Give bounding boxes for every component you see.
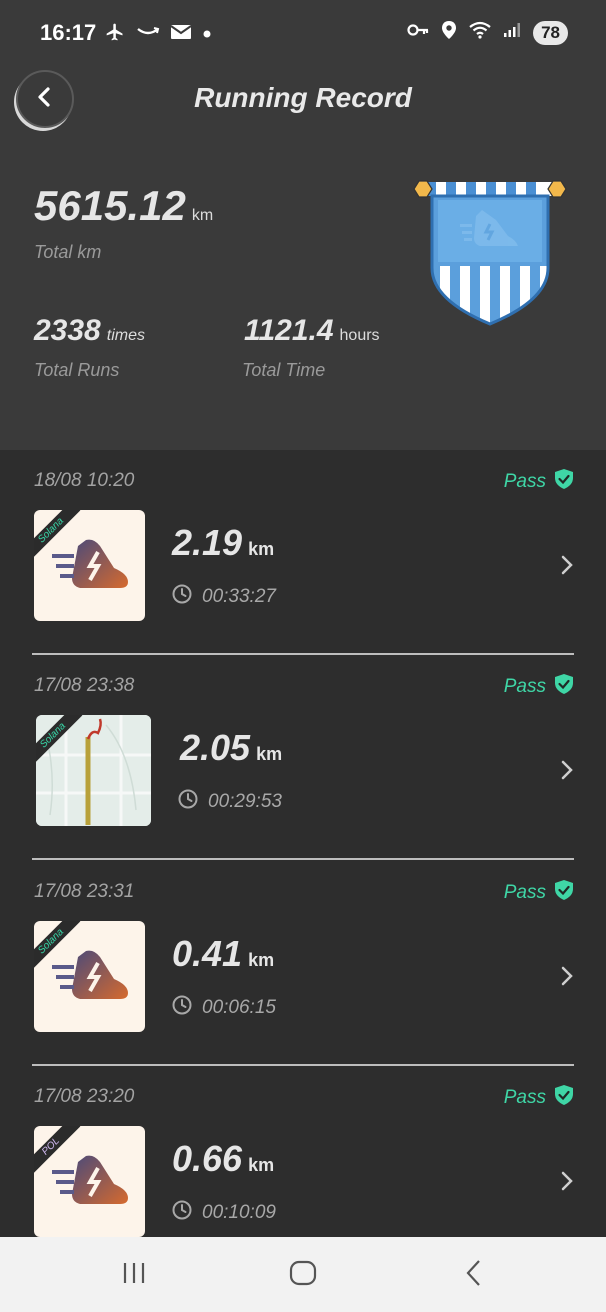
pass-status: Pass xyxy=(504,879,574,907)
gmail-icon xyxy=(170,24,192,45)
record-date: 17/08 23:31 xyxy=(34,881,135,902)
record-duration: 00:29:53 xyxy=(178,789,282,815)
chevron-right-icon[interactable] xyxy=(560,1170,574,1197)
total-runs-label: Total Runs xyxy=(34,360,120,380)
distance-unit: km xyxy=(248,1155,275,1175)
chevron-right-icon[interactable] xyxy=(560,965,574,992)
back-arrow-icon xyxy=(466,1260,480,1286)
home-icon xyxy=(289,1260,317,1286)
wifi-icon xyxy=(469,21,491,44)
status-time: 16:17 xyxy=(40,20,97,45)
record-item[interactable]: 17/08 23:31 Pass Solana 0.41 km 00:06:15 xyxy=(0,861,606,1066)
system-navigation-bar xyxy=(0,1237,606,1312)
clock-icon xyxy=(172,584,192,610)
system-back-button[interactable] xyxy=(462,1257,486,1294)
pass-label: Pass xyxy=(503,676,546,697)
shield-check-icon xyxy=(554,468,574,496)
distance-value: 0.66 xyxy=(172,1138,243,1179)
status-left-icons xyxy=(104,22,212,47)
record-item[interactable]: 17/08 23:38 Pass Solana 2.05 km 00:29:53 xyxy=(0,655,606,860)
total-km-value: 5615.12 km xyxy=(34,182,213,230)
record-thumbnail: POL xyxy=(34,1126,145,1237)
key-icon xyxy=(407,23,429,42)
record-summary-header: Running Record 5615.12 km Total km 2338 ti… xyxy=(0,64,606,450)
record-distance: 0.41 km xyxy=(172,933,274,975)
duration-value: 00:33:27 xyxy=(202,586,276,607)
signal-icon xyxy=(503,22,521,43)
shield-check-icon xyxy=(554,879,574,907)
home-button[interactable] xyxy=(288,1257,318,1294)
record-date: 17/08 23:38 xyxy=(34,675,135,696)
total-runs-unit: times xyxy=(106,327,145,344)
pass-status: Pass xyxy=(504,673,574,701)
duration-value: 00:29:53 xyxy=(208,791,282,812)
record-thumbnail: Solana xyxy=(34,510,145,621)
pass-label: Pass xyxy=(503,1087,546,1108)
location-icon xyxy=(441,20,457,45)
total-runs-number: 2338 xyxy=(34,314,101,347)
total-runs-value: 2338 times xyxy=(34,314,145,348)
status-bar: 16:17 78 xyxy=(0,0,606,64)
total-km-unit: km xyxy=(191,207,214,224)
distance-value: 0.41 xyxy=(172,933,243,974)
pass-label: Pass xyxy=(503,471,546,492)
battery-indicator: 78 xyxy=(533,20,568,45)
record-distance: 0.66 km xyxy=(172,1138,274,1180)
record-duration: 00:33:27 xyxy=(172,584,276,610)
distance-value: 2.19 xyxy=(172,522,243,563)
amazon-icon xyxy=(136,25,160,44)
pass-label: Pass xyxy=(503,882,546,903)
total-time-number: 1121.4 xyxy=(244,314,334,347)
dot-icon xyxy=(202,26,212,44)
recent-apps-icon xyxy=(123,1263,145,1283)
shield-check-icon xyxy=(554,1084,574,1112)
record-duration: 00:06:15 xyxy=(172,995,276,1021)
total-km-number: 5615.12 xyxy=(34,182,186,229)
shield-check-icon xyxy=(554,673,574,701)
record-distance: 2.05 km xyxy=(180,727,282,769)
record-date: 17/08 23:20 xyxy=(34,1086,135,1107)
record-duration: 00:10:09 xyxy=(172,1200,276,1226)
status-right-icons: 78 xyxy=(407,20,568,45)
total-time-unit: hours xyxy=(339,327,380,344)
duration-value: 00:10:09 xyxy=(202,1202,276,1223)
total-time-label: Total Time xyxy=(242,360,326,380)
airplane-icon xyxy=(104,22,126,47)
recent-apps-button[interactable] xyxy=(120,1257,148,1294)
record-distance: 2.19 km xyxy=(172,522,274,564)
distance-unit: km xyxy=(256,744,283,764)
distance-unit: km xyxy=(248,950,275,970)
clock-icon xyxy=(178,789,198,815)
running-badge-pennant xyxy=(412,176,568,326)
divider xyxy=(32,858,574,860)
pass-status: Pass xyxy=(504,1084,574,1112)
record-item[interactable]: 18/08 10:20 Pass Solana 2.19 km 00:33:27 xyxy=(0,450,606,655)
chevron-right-icon[interactable] xyxy=(560,554,574,581)
chevron-right-icon[interactable] xyxy=(560,759,574,786)
record-date: 18/08 10:20 xyxy=(34,470,135,491)
total-km-label: Total km xyxy=(34,242,102,262)
duration-value: 00:06:15 xyxy=(202,997,276,1018)
distance-value: 2.05 xyxy=(180,727,251,768)
clock-icon xyxy=(172,995,192,1021)
record-thumbnail: Solana xyxy=(34,921,145,1032)
record-map-thumbnail: Solana xyxy=(36,715,151,826)
clock-icon xyxy=(172,1200,192,1226)
total-time-value: 1121.4 hours xyxy=(244,314,380,348)
pass-status: Pass xyxy=(504,468,574,496)
page-title: Running Record xyxy=(194,82,412,113)
distance-unit: km xyxy=(248,539,275,559)
